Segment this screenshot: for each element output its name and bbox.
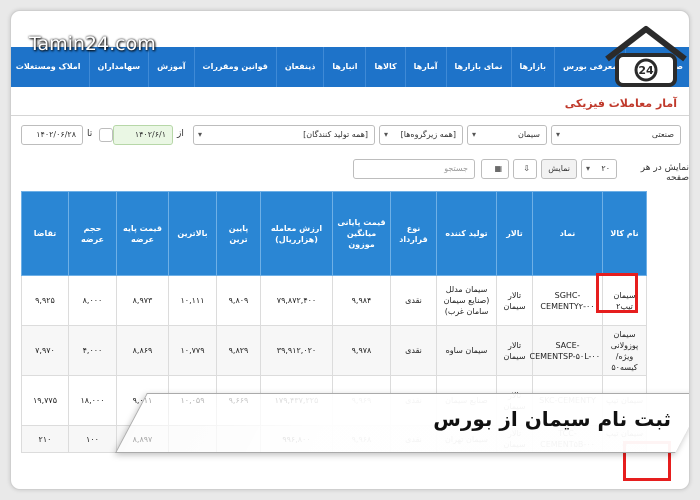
screenshot-frame: صفحه اصلیمعرفی بورسبازارهانمای بازارهاآم…: [10, 10, 690, 490]
nav-item-5[interactable]: کالاها: [365, 47, 404, 87]
column-header[interactable]: تقاضا: [21, 191, 69, 276]
table-cell: ۱۰,۷۷۹: [168, 325, 217, 376]
table-cell: ۸,۰۰۰: [68, 275, 117, 326]
table-header-row: نام کالا نماد تالار تولید کننده نوع قرارداد ق…: [21, 191, 647, 276]
banner-title: ثبت نام سیمان از بورس: [433, 407, 671, 431]
column-header[interactable]: تالار: [496, 191, 533, 276]
subgroup-select[interactable]: [همه زیرگروه‌ها] ▾: [379, 125, 463, 145]
page-size-select[interactable]: ۲۰ ▾: [581, 159, 617, 179]
column-header[interactable]: قیمت پایه عرضه: [116, 191, 169, 276]
table-cell: ۱۸,۰۰۰: [68, 375, 117, 426]
tamin-logo: 24: [605, 26, 687, 87]
table-cell: ۷,۹۷۰: [21, 325, 69, 376]
divider: [11, 115, 689, 116]
column-header[interactable]: نماد: [532, 191, 603, 276]
column-header[interactable]: پایین ترین: [216, 191, 261, 276]
table-cell: ۹,۸۰۹: [216, 275, 261, 326]
table-cell: نقدی: [390, 275, 437, 326]
column-header[interactable]: ارزش معامله (هزارریال): [260, 191, 333, 276]
nav-item-6[interactable]: انبارها: [323, 47, 365, 87]
table-row[interactable]: سیمان پوزولانی ویژه/ کیسه۵۰ SACE-CEMENTSP…: [21, 325, 647, 376]
table-cell: ۸,۹۷۳: [116, 275, 169, 326]
table-cell: ۷۹,۸۷۲,۴۰۰: [260, 275, 333, 326]
producer-select[interactable]: [همه تولید کنندگان] ▾: [193, 125, 375, 145]
chevron-down-icon: ▾: [198, 130, 203, 139]
nav-item-8[interactable]: قوانین ومقررات: [193, 47, 276, 87]
logo-number: 24: [638, 64, 654, 77]
table-cell: ۹,۹۸۴: [332, 275, 391, 326]
nav-item-4[interactable]: آمارها: [404, 47, 446, 87]
column-header[interactable]: نوع قرارداد: [390, 191, 437, 276]
column-header[interactable]: نام کالا: [602, 191, 647, 276]
table-cell: ۳۹,۹۱۲,۰۲۰: [260, 325, 333, 376]
table-cell: ۱۹,۷۷۵: [21, 375, 69, 426]
column-header[interactable]: بالاترین: [168, 191, 217, 276]
from-date-input[interactable]: ۱۴۰۲/۶/۱: [113, 125, 173, 145]
table-cell: نقدی: [390, 325, 437, 376]
title-banner: ثبت نام سیمان از بورس: [115, 393, 689, 453]
nav-item-7[interactable]: ذینفعان: [275, 47, 323, 87]
table-cell: SACE-CEMENTSP-۵۰L-۰۰: [530, 325, 603, 376]
table-cell: ۹,۹۷۸: [332, 325, 391, 376]
to-date-input[interactable]: ۱۴۰۲/۰۶/۲۸: [21, 125, 83, 145]
table-cell: ۴,۰۰۰: [68, 325, 117, 376]
calendar-icon[interactable]: [99, 128, 113, 142]
export-icon[interactable]: ⇩: [513, 159, 537, 179]
search-input[interactable]: جستجو: [353, 159, 475, 179]
table-cell: ۹,۸۲۹: [216, 325, 261, 376]
page-size-label: نمایش در هر صفحه: [640, 163, 689, 183]
table-cell: ۸,۸۶۹: [116, 325, 169, 376]
show-button[interactable]: نمایش: [541, 159, 577, 179]
column-header[interactable]: تولید کننده: [436, 191, 497, 276]
table-cell: تالار سیمان: [496, 275, 533, 326]
chevron-down-icon: ▾: [472, 130, 477, 139]
group-select[interactable]: صنعتی ▾: [551, 125, 681, 145]
table-cell: ۲۱۰: [21, 425, 69, 453]
page-title: آمار معاملات فیزیکی: [564, 97, 677, 110]
table-cell: تالار سیمان: [496, 325, 533, 376]
nav-item-2[interactable]: بازارها: [510, 47, 555, 87]
chevron-down-icon: ▾: [556, 130, 561, 139]
table-row[interactable]: سیمان تیپ۲ SGHC-CEMENTY۲-۰۰ تالار سیمان سیم…: [21, 275, 647, 326]
columns-grid-icon[interactable]: ▦: [481, 159, 509, 179]
highlight-box-1: [596, 273, 638, 313]
table-cell: سیمان مدلل (صنایع سیمان سامان غرب): [436, 275, 497, 326]
from-label: از: [177, 129, 184, 139]
commodity-select[interactable]: سیمان ▾: [467, 125, 547, 145]
column-header[interactable]: قیمت پایانی میانگین موزون: [332, 191, 391, 276]
to-label: تا: [87, 129, 93, 139]
table-cell: ۹,۹۲۵: [21, 275, 69, 326]
table-cell: SGHC-CEMENTY۲-۰۰: [532, 275, 603, 326]
table-cell: سیمان پوزولانی ویژه/ کیسه۵۰: [602, 325, 647, 376]
nav-item-3[interactable]: نمای بازارها: [445, 47, 511, 87]
table-cell: ۱۰,۱۱۱: [168, 275, 217, 326]
chevron-down-icon: ▾: [586, 164, 591, 173]
chevron-down-icon: ▾: [384, 130, 389, 139]
table-cell: سیمان ساوه: [436, 325, 497, 376]
site-watermark: Tamin24.com: [29, 33, 156, 55]
column-header[interactable]: حجم عرضه: [68, 191, 117, 276]
table-cell: ۱۰۰: [68, 425, 117, 453]
